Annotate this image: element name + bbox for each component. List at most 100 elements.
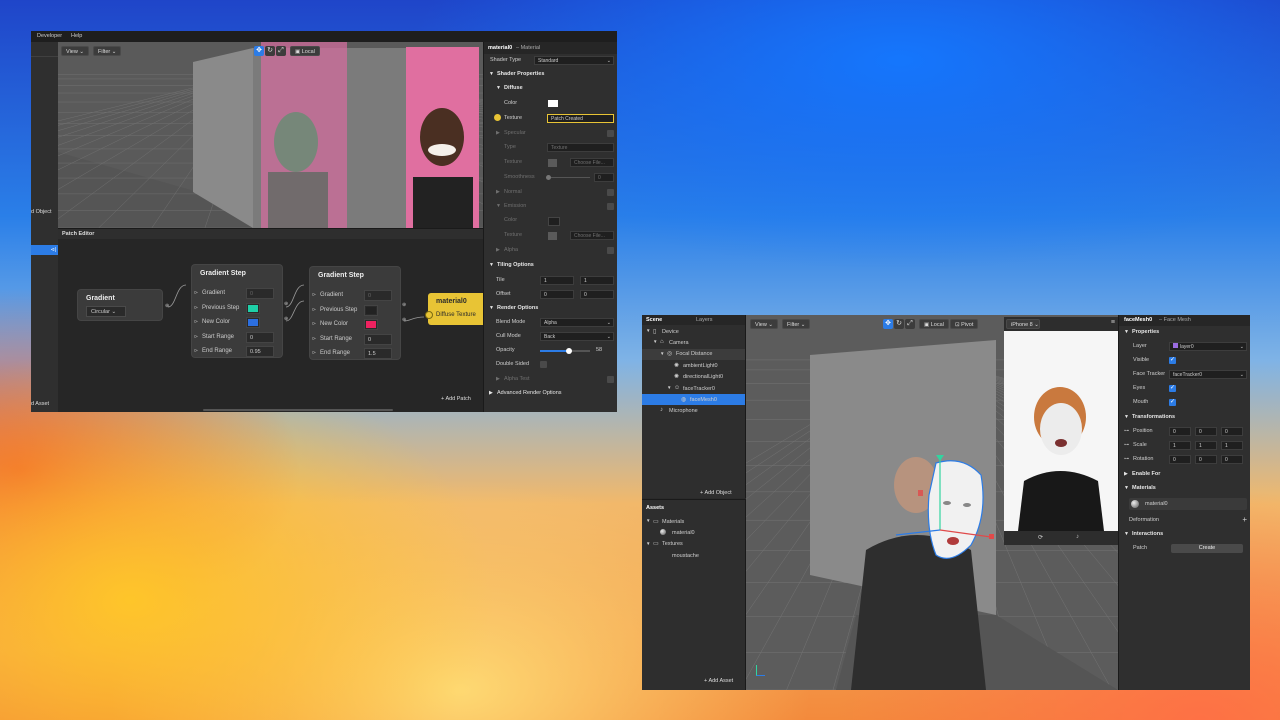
filter-dropdown-2[interactable]: Filter ⌄ bbox=[782, 319, 811, 329]
color-swatch[interactable] bbox=[364, 319, 378, 330]
diffuse-color-swatch[interactable] bbox=[548, 100, 558, 107]
scale-tool-icon[interactable]: ⤢ bbox=[276, 46, 286, 56]
asset-item-materials[interactable]: ▼ ▭ Materials bbox=[642, 516, 745, 527]
normal-section[interactable]: ▶ Normal bbox=[484, 186, 617, 200]
gradient-node[interactable]: Gradient Circular ⌄ bbox=[78, 290, 162, 320]
expand-chevron-icon[interactable]: ▼ bbox=[646, 518, 650, 523]
texture-patch-field[interactable]: Patch Created bbox=[547, 114, 614, 123]
move-tool-icon-2[interactable]: ✥ bbox=[883, 319, 893, 329]
material-slot[interactable]: material0 bbox=[1129, 498, 1247, 510]
properties-section[interactable]: ▼ Properties bbox=[1119, 326, 1250, 340]
input-port[interactable]: ⊳ bbox=[312, 350, 316, 356]
alpha-section[interactable]: ▶ Alpha bbox=[484, 244, 617, 258]
asset-item-moustache[interactable]: moustache bbox=[642, 550, 745, 561]
gradient-output-port[interactable]: ⊕ bbox=[165, 303, 169, 309]
shader-properties-section[interactable]: ▼ Shader Properties bbox=[484, 68, 617, 82]
position-x[interactable]: 0 bbox=[1169, 427, 1191, 436]
specular-type-select[interactable]: Texture bbox=[547, 143, 614, 152]
color-swatch[interactable] bbox=[246, 302, 260, 314]
input-port[interactable]: ⊳ bbox=[194, 334, 198, 340]
add-asset-button[interactable]: + Add Asset bbox=[704, 678, 733, 684]
rotation-x[interactable]: 0 bbox=[1169, 455, 1191, 464]
menu-icon[interactable]: ≡ bbox=[1111, 319, 1115, 326]
add-patch-button[interactable]: + Add Patch bbox=[441, 396, 471, 402]
value-field[interactable]: 0 bbox=[364, 290, 392, 301]
filter-dropdown[interactable]: Filter ⌄ bbox=[93, 46, 122, 56]
opacity-slider-handle[interactable] bbox=[566, 348, 572, 354]
color-swatch[interactable] bbox=[364, 304, 378, 316]
rotate-tool-icon-2[interactable]: ↻ bbox=[894, 319, 904, 329]
position-y[interactable]: 0 bbox=[1195, 427, 1217, 436]
patch-editor[interactable]: Patch Editor Gradient Circular ⌄ ⊕ Gradi… bbox=[58, 228, 510, 412]
expand-chevron-icon[interactable]: ▼ bbox=[646, 541, 650, 546]
value-field[interactable]: 0 bbox=[246, 331, 274, 343]
view-dropdown[interactable]: View ⌄ bbox=[61, 46, 89, 56]
value-field[interactable]: 0 bbox=[364, 333, 392, 345]
input-port[interactable]: ⊳ bbox=[194, 305, 198, 311]
specular-section[interactable]: ▶ Specular bbox=[484, 127, 617, 141]
add-object-button[interactable]: + Add Object bbox=[700, 490, 732, 496]
step2-output-port[interactable]: ⊕ bbox=[402, 302, 406, 308]
mouth-checkbox[interactable]: ✓ bbox=[1169, 399, 1176, 406]
input-port[interactable]: ⊳ bbox=[194, 319, 198, 325]
add-asset-label[interactable]: d Asset bbox=[31, 401, 49, 407]
smoothness-field[interactable]: 0 bbox=[594, 173, 614, 182]
eyes-checkbox[interactable]: ✓ bbox=[1169, 385, 1176, 392]
input-port[interactable]: ⊳ bbox=[194, 290, 198, 296]
scene-item-microphone[interactable]: ♪ Microphone bbox=[642, 406, 745, 417]
viewport[interactable]: View ⌄ Filter ⌄ ✥ ↻ ⤢ ▣ Local bbox=[58, 42, 483, 228]
tile-y-field[interactable]: 1 bbox=[580, 276, 614, 285]
value-field[interactable]: 0.95 bbox=[246, 346, 274, 357]
enable-for-section[interactable]: ▶ Enable For bbox=[1119, 468, 1250, 482]
device-select[interactable]: iPhone 8 ⌄ bbox=[1006, 319, 1040, 329]
transformations-section[interactable]: ▼ Transformations bbox=[1119, 411, 1250, 425]
asset-item-material0[interactable]: material0 bbox=[642, 527, 745, 538]
color-swatch[interactable] bbox=[246, 317, 260, 328]
shader-type-select[interactable]: Standard ⌄ bbox=[534, 56, 614, 65]
link-icon[interactable]: ⊶ bbox=[1124, 456, 1129, 462]
opacity-slider-track[interactable] bbox=[540, 348, 590, 354]
offset-y-field[interactable]: 0 bbox=[580, 290, 614, 299]
step2-output-port-2[interactable]: ⊕ bbox=[402, 317, 406, 323]
input-port[interactable]: ⊳ bbox=[312, 307, 316, 313]
scene-item-camera[interactable]: ▼ ⌂ Camera bbox=[642, 337, 745, 348]
scale-z[interactable]: 1 bbox=[1221, 441, 1243, 450]
render-options-section[interactable]: ▼ Render Options bbox=[484, 302, 617, 316]
scale-x[interactable]: 1 bbox=[1169, 441, 1191, 450]
scene-item-device[interactable]: ▼ ▯ Device bbox=[642, 326, 745, 337]
materials-section[interactable]: ▼ Materials bbox=[1119, 482, 1250, 496]
tile-x-field[interactable]: 1 bbox=[540, 276, 574, 285]
scale-tool-icon-2[interactable]: ⤢ bbox=[905, 319, 915, 329]
scale-y[interactable]: 1 bbox=[1195, 441, 1217, 450]
scene-item-directionallight0[interactable]: ✺ directionalLight0 bbox=[642, 372, 745, 383]
input-port[interactable]: ⊳ bbox=[194, 348, 198, 354]
move-tool-icon[interactable]: ✥ bbox=[254, 46, 264, 56]
material-node[interactable]: material0 Diffuse Texture bbox=[425, 293, 489, 325]
diffuse-texture-port[interactable] bbox=[425, 311, 433, 319]
input-port[interactable]: ⊳ bbox=[312, 336, 316, 342]
interactions-section[interactable]: ▼ Interactions bbox=[1119, 528, 1250, 542]
expand-chevron-icon[interactable]: ▼ bbox=[667, 385, 671, 390]
audio-icon[interactable]: ♪ bbox=[1076, 534, 1079, 540]
scene-item-ambientlight0[interactable]: ✺ ambientLight0 bbox=[642, 360, 745, 371]
viewport-2[interactable]: View ⌄ Filter ⌄ ✥ ↻ ⤢ ▣ Local ⊡ Pivot iP… bbox=[746, 315, 1118, 690]
patch-link-icon[interactable] bbox=[494, 114, 501, 121]
rotation-z[interactable]: 0 bbox=[1221, 455, 1243, 464]
diffuse-section[interactable]: ▼ Diffuse bbox=[484, 82, 617, 96]
step1-output-port[interactable]: ⊕ bbox=[284, 301, 288, 307]
selected-row[interactable]: ⊲| bbox=[31, 245, 58, 255]
emission-section[interactable]: ▼ Emission bbox=[484, 200, 617, 214]
cull-mode-select[interactable]: Back ⌄ bbox=[540, 332, 614, 341]
pivot-toggle[interactable]: ⊡ Pivot bbox=[950, 319, 979, 329]
input-port[interactable]: ⊳ bbox=[312, 292, 316, 298]
local-toggle-2[interactable]: ▣ Local bbox=[919, 319, 949, 329]
blend-mode-select[interactable]: Alpha ⌄ bbox=[540, 318, 614, 327]
step1-output-port-2[interactable]: ⊕ bbox=[284, 316, 288, 322]
expand-chevron-icon[interactable]: ▼ bbox=[660, 351, 664, 356]
add-object-label[interactable]: d Object bbox=[31, 209, 51, 215]
create-patch-button[interactable]: Create bbox=[1171, 544, 1243, 553]
offset-x-field[interactable]: 0 bbox=[540, 290, 574, 299]
alpha-test-section[interactable]: ▶ Alpha Test bbox=[484, 373, 617, 387]
asset-item-textures[interactable]: ▼ ▭ Textures bbox=[642, 539, 745, 550]
position-z[interactable]: 0 bbox=[1221, 427, 1243, 436]
